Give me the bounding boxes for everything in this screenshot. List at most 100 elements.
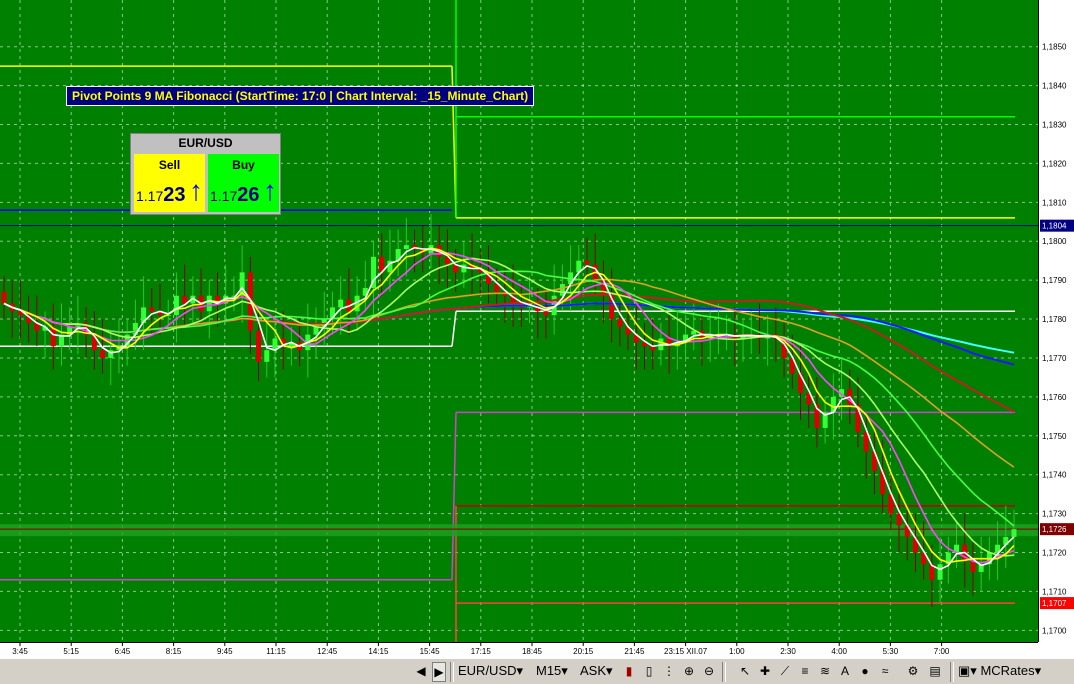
time-tick-label: 5:15	[63, 647, 79, 656]
price-tick-label: 1,1830	[1042, 121, 1067, 130]
current-price-band	[0, 524, 1038, 537]
candle-body	[182, 295, 188, 304]
candle-body	[584, 260, 590, 265]
time-tick-label: 15:45	[420, 647, 441, 656]
candles-icon[interactable]: ▮	[620, 662, 638, 680]
time-tick-label: 1:00	[729, 647, 745, 656]
time-tick-label: 5:30	[883, 647, 899, 656]
price-tick-label: 1,1790	[1042, 276, 1067, 285]
price-axis-labels: 1,1700 1,1710 1,1720 1,1730 1,1740 1,1750 1,17…	[1040, 43, 1074, 635]
time-tick-label: 8:15	[166, 647, 182, 656]
candle-body	[149, 307, 155, 312]
scroll-icon[interactable]: ⚙	[904, 662, 922, 680]
time-tick-label: 20:15	[573, 647, 594, 656]
moving-average-line	[3, 252, 1015, 564]
candle-body	[313, 326, 319, 335]
crosshair-icon[interactable]: ✚	[756, 662, 774, 680]
template-icon[interactable]: ▤	[926, 662, 944, 680]
bars-icon[interactable]: ▯	[640, 662, 658, 680]
toolbar-separator	[722, 662, 726, 682]
price-tick-label: 1,1770	[1042, 354, 1067, 363]
price-tick-label: 1,1800	[1042, 237, 1067, 246]
sell-price: 1.1723	[136, 184, 186, 206]
axis-corner	[1038, 642, 1074, 658]
candle-body	[937, 564, 943, 580]
moving-average-line	[3, 247, 1015, 564]
price-marker-label: 1,1707	[1042, 599, 1067, 608]
candle-body	[617, 319, 623, 327]
time-tick-label: 11:15	[266, 647, 286, 656]
quote-symbol: EUR/USD	[178, 136, 233, 150]
time-tick-label: 12:45	[317, 647, 338, 656]
indicator-icon[interactable]: ≈	[876, 662, 894, 680]
candle-body	[1011, 529, 1017, 537]
time-tick-label: 9:45	[217, 647, 233, 656]
sell-button[interactable]: Sell 1.1723 ↑	[134, 154, 205, 212]
interval-selector[interactable]: M15▾	[536, 663, 568, 679]
time-tick-label: 6:45	[115, 647, 131, 656]
text-icon[interactable]: A	[836, 662, 854, 680]
price-tick-label: 1,1710	[1042, 587, 1067, 596]
trendline-icon[interactable]: ⟋	[776, 662, 794, 680]
channel-icon[interactable]: ≡	[796, 662, 814, 680]
candle-body	[543, 311, 549, 316]
scroll-left-button[interactable]: ◀	[412, 662, 430, 680]
buy-button[interactable]: Buy 1.1726 ↑	[208, 154, 279, 212]
time-tick-label: 14:15	[368, 647, 389, 656]
time-tick-label: 18:45	[522, 647, 543, 656]
pivot-icon[interactable]: ●	[856, 662, 874, 680]
moving-average-line	[3, 270, 1015, 527]
scroll-right-button[interactable]: ▶	[432, 662, 446, 682]
window-icon: ▣	[958, 663, 971, 678]
time-tick-label: 2:30	[780, 647, 796, 656]
quote-widget[interactable]: EUR/USD Sell 1.1723 ↑ Buy 1.1726 ↑	[130, 133, 281, 215]
time-axis[interactable]: 3:45 5:15 6:45 8:15 9:45 11:15 12:45 14:15 15:45…	[0, 642, 1038, 658]
zoom-in-icon[interactable]: ⊕	[680, 662, 698, 680]
candle-body	[256, 330, 262, 362]
template-selector[interactable]: ▣▾ MCRates▾	[958, 663, 1041, 679]
price-tick-label: 1,1810	[1042, 198, 1067, 207]
candle-body	[173, 295, 179, 316]
chart-plot-area[interactable]: Pivot Points 9 MA Fibonacci (StartTime: …	[0, 0, 1038, 642]
moving-average-line	[3, 246, 1015, 571]
time-tick-label: 21:45	[624, 647, 645, 656]
price-tick-label: 1,1840	[1042, 82, 1067, 91]
time-tick-label: 3:45	[12, 647, 28, 656]
arrow-up-icon: ↑	[189, 175, 203, 206]
toolbar-separator	[950, 662, 954, 682]
price-tick-label: 1,1750	[1042, 432, 1067, 441]
chart-title: Pivot Points 9 MA Fibonacci (StartTime: …	[66, 86, 535, 106]
pivot-transition	[451, 311, 457, 347]
candle-body	[206, 295, 212, 312]
price-tick-label: 1,1730	[1042, 510, 1067, 519]
price-tick-label: 1,1700	[1042, 626, 1067, 635]
symbol-selector[interactable]: EUR/USD▾	[458, 663, 523, 679]
price-tick-label: 1,1780	[1042, 315, 1067, 324]
price-tick-label: 1,1820	[1042, 159, 1067, 168]
time-tick-label: 17:15	[471, 647, 492, 656]
fibonacci-icon[interactable]: ≋	[816, 662, 834, 680]
price-tick-label: 1,1760	[1042, 393, 1067, 402]
time-tick-label: 7:00	[934, 647, 950, 656]
price-tick-label: 1,1850	[1042, 43, 1067, 52]
time-tick-label: 23:15 XII.07	[664, 647, 708, 656]
price-marker-label: 1,1726	[1042, 525, 1067, 534]
price-marker-label: 1,1804	[1042, 222, 1067, 231]
sell-label: Sell	[158, 158, 181, 172]
candle-body	[264, 350, 270, 362]
moving-average-line	[3, 278, 1015, 468]
line-icon[interactable]: ⋮	[660, 662, 678, 680]
arrow-up-icon: ↑	[263, 175, 277, 206]
candle-body	[403, 245, 409, 250]
buy-price: 1.1726	[210, 184, 260, 206]
price-tick-label: 1,1740	[1042, 471, 1067, 480]
candle-body	[461, 264, 467, 273]
quote-field-selector[interactable]: ASK▾	[580, 663, 613, 679]
time-axis-labels: 3:45 5:15 6:45 8:15 9:45 11:15 12:45 14:15 15:45…	[12, 643, 950, 656]
price-tick-label: 1,1720	[1042, 549, 1067, 558]
toolbar-separator	[450, 662, 454, 682]
buy-label: Buy	[232, 158, 255, 172]
cursor-icon[interactable]: ↖	[736, 662, 754, 680]
zoom-out-icon[interactable]: ⊖	[700, 662, 718, 680]
price-axis[interactable]: 1,1700 1,1710 1,1720 1,1730 1,1740 1,1750 1,17…	[1038, 0, 1074, 642]
